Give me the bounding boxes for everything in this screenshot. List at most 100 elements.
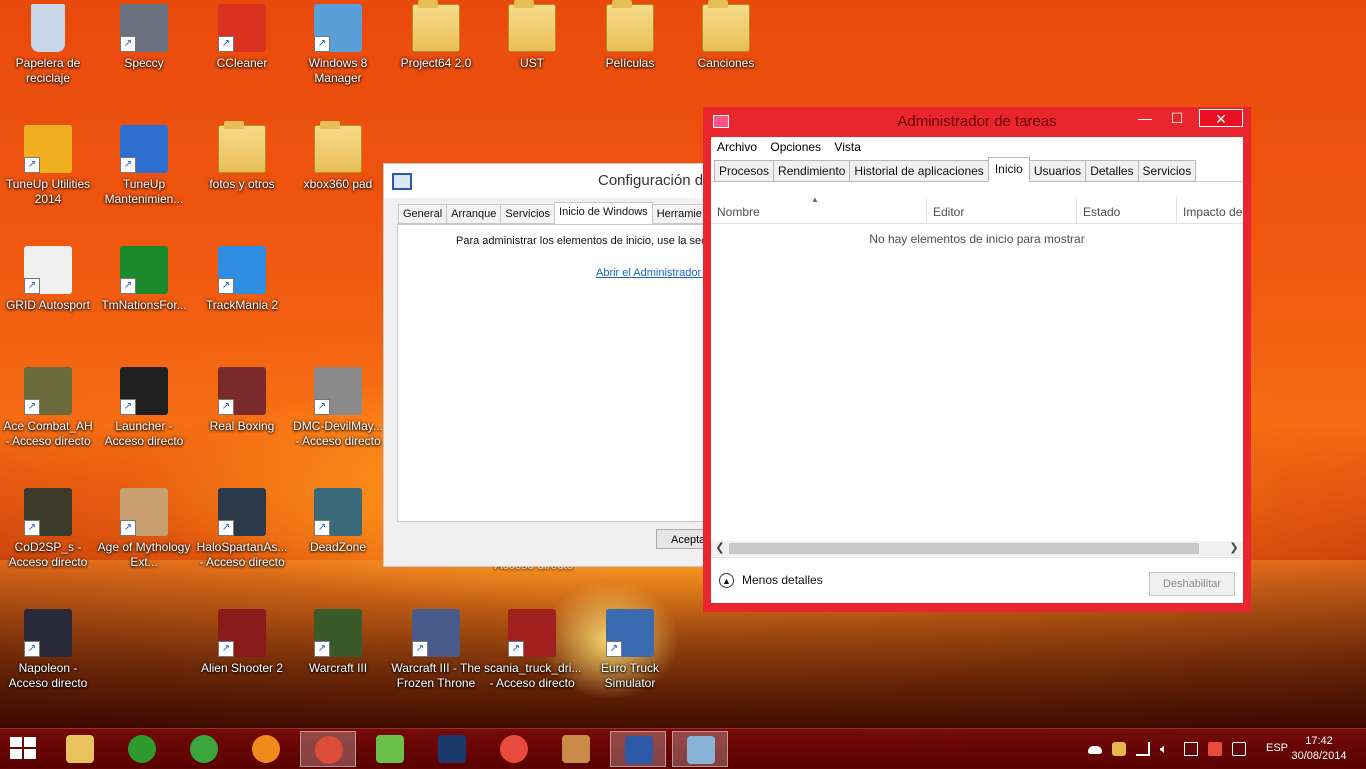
network-sharing-icon[interactable] xyxy=(1112,742,1126,756)
tab-procesos[interactable]: Procesos xyxy=(714,160,775,182)
ccleaner-icon: ↗ xyxy=(218,4,266,52)
desktop-icon-ets[interactable]: ↗ Euro Truck Simulator xyxy=(582,609,678,691)
desktop-icon-wc3ft[interactable]: ↗ Warcraft III - The Frozen Throne xyxy=(388,609,484,691)
shortcut-arrow-icon: ↗ xyxy=(24,278,40,294)
desktop-icon-w8m[interactable]: ↗ Windows 8 Manager xyxy=(290,4,386,86)
tab-rendimiento[interactable]: Rendimiento xyxy=(773,160,851,182)
tab-usuarios[interactable]: Usuarios xyxy=(1028,160,1087,182)
desktop-icon-ace[interactable]: ↗ Ace Combat_AH - Acceso directo xyxy=(0,367,96,449)
column-editor[interactable]: Editor xyxy=(927,197,1077,223)
napoleon-icon: ↗ xyxy=(24,609,72,657)
desktop-icon-label: Speccy xyxy=(124,56,164,70)
taskbar-app-explorer[interactable] xyxy=(52,731,108,767)
scroll-left-icon[interactable]: ❮ xyxy=(713,541,727,556)
system-configuration-window[interactable]: Configuración d General Arranque Servicios… xyxy=(383,163,716,567)
tab-detalles[interactable]: Detalles xyxy=(1085,160,1139,182)
desktop-icon-tm2[interactable]: ↗ TrackMania 2 xyxy=(194,246,290,313)
tab-inicio-de-windows[interactable]: Inicio de Windows xyxy=(554,202,653,224)
tab-general[interactable]: General xyxy=(398,204,448,224)
desktop-icon-fotos[interactable]: fotos y otros xyxy=(194,121,290,192)
msconfig-titlebar[interactable]: Configuración d xyxy=(384,164,714,198)
desktop-icon-tuneup[interactable]: ↗ TuneUp Utilities 2014 xyxy=(0,125,96,207)
windows-start-icon[interactable] xyxy=(10,737,38,761)
task-manager-titlebar[interactable]: Administrador de tareas — ☐ ✕ xyxy=(711,107,1243,137)
tab-herramientas[interactable]: Herramie xyxy=(651,204,707,224)
desktop-icon-wc3[interactable]: ↗ Warcraft III xyxy=(290,609,386,676)
menu-vista[interactable]: Vista xyxy=(834,140,860,154)
horizontal-scrollbar[interactable]: ❮ ❯ xyxy=(711,541,1243,556)
tab-inicio[interactable]: Inicio xyxy=(987,157,1030,182)
shortcut-arrow-icon: ↗ xyxy=(218,520,234,536)
shortcut-arrow-icon: ↗ xyxy=(24,399,40,415)
taskbar-app-shutdown[interactable] xyxy=(486,731,542,767)
desktop-icon-alien[interactable]: ↗ Alien Shooter 2 xyxy=(194,609,290,676)
desktop-icon-recycle[interactable]: Papelera de reciclaje xyxy=(0,4,96,86)
desktop-icon-grid[interactable]: ↗ GRID Autosport xyxy=(0,246,96,313)
folder-icon xyxy=(218,121,266,173)
desktop-icon-halo[interactable]: ↗ HaloSpartanAs... - Acceso directo xyxy=(194,488,290,570)
taskbar-app-xbox[interactable] xyxy=(176,731,232,767)
desktop-icon-launcher[interactable]: ↗ Launcher - Acceso directo xyxy=(96,367,192,449)
desktop-icon-peliculas[interactable]: Películas xyxy=(582,0,678,71)
signal-icon[interactable] xyxy=(1136,742,1150,756)
clock[interactable]: 17:42 30/08/2014 xyxy=(1284,734,1354,764)
scrollbar-thumb[interactable] xyxy=(729,543,1199,554)
desktop-icon-scania[interactable]: ↗ scania_truck_dri... - Acceso directo xyxy=(484,609,581,691)
tab-servicios[interactable]: Servicios xyxy=(1137,160,1197,182)
tab-historial[interactable]: Historial de aplicaciones xyxy=(849,160,989,182)
media-player-icon xyxy=(252,735,280,763)
speccy-icon: ↗ xyxy=(120,4,168,52)
desktop-icon-speccy[interactable]: ↗ Speccy xyxy=(96,4,192,71)
msconfig-title: Configuración d xyxy=(598,172,704,189)
taskbar-app-paint[interactable] xyxy=(548,731,604,767)
column-estado[interactable]: Estado xyxy=(1077,197,1177,223)
desktop-icon-label: UST xyxy=(520,56,544,70)
scroll-right-icon[interactable]: ❯ xyxy=(1227,541,1241,556)
desktop-icon-aom[interactable]: ↗ Age of Mythology Ext... xyxy=(96,488,192,570)
volume-icon[interactable]: 🔈︎ xyxy=(1160,742,1174,756)
desktop-icon-tuneupm[interactable]: ↗ TuneUp Mantenimien... xyxy=(96,125,192,207)
taskbar-app-msconfig[interactable] xyxy=(610,731,666,767)
folder-icon xyxy=(508,0,556,52)
action-center-icon[interactable] xyxy=(1184,742,1198,756)
taskbar-app-chrome[interactable] xyxy=(300,731,356,767)
desktop-icon-rboxing[interactable]: ↗ Real Boxing xyxy=(194,367,290,434)
desktop-icon-ccleaner[interactable]: ↗ CCleaner xyxy=(194,4,290,71)
taskbar-app-ps[interactable] xyxy=(424,731,480,767)
menu-archivo[interactable]: Archivo xyxy=(717,140,757,154)
disable-button[interactable]: Deshabilitar xyxy=(1149,572,1235,596)
grid-autosport-icon: ↗ xyxy=(24,246,72,294)
task-manager-window[interactable]: Administrador de tareas — ☐ ✕ Archivo Op… xyxy=(703,107,1251,612)
msconfig-tabs: General Arranque Servicios Inicio de Window… xyxy=(398,202,707,226)
column-impacto[interactable]: Impacto de xyxy=(1177,197,1243,223)
column-nombre[interactable]: Nombre xyxy=(711,197,927,223)
tab-servicios[interactable]: Servicios xyxy=(500,204,556,224)
razer-game-booster-icon xyxy=(128,735,156,763)
desktop-icon-canciones[interactable]: Canciones xyxy=(678,0,774,71)
desktop-icon-napoleon[interactable]: ↗ Napoleon - Acceso directo xyxy=(0,609,96,691)
cloud-icon[interactable] xyxy=(1088,746,1102,754)
minimize-button[interactable]: — xyxy=(1131,109,1159,127)
taskbar-app-taskmgr[interactable] xyxy=(672,731,728,767)
flag-icon[interactable] xyxy=(1208,742,1222,756)
monitor-icon[interactable] xyxy=(1232,742,1246,756)
close-button[interactable]: ✕ xyxy=(1199,109,1243,127)
maximize-button[interactable]: ☐ xyxy=(1163,109,1191,127)
taskbar-app-tool[interactable] xyxy=(362,731,418,767)
taskbar-app-razer[interactable] xyxy=(114,731,170,767)
desktop-icon-dmc[interactable]: ↗ DMC-DevilMay... - Acceso directo xyxy=(290,367,386,449)
taskbar-app-player[interactable] xyxy=(238,731,294,767)
shortcut-arrow-icon: ↗ xyxy=(120,278,136,294)
desktop-icon-cod[interactable]: ↗ CoD2SP_s - Acceso directo xyxy=(0,488,96,570)
clock-date: 30/08/2014 xyxy=(1291,750,1347,762)
desktop-icon-p64[interactable]: Project64 2.0 xyxy=(388,0,484,71)
desktop-icon-tmn[interactable]: ↗ TmNationsFor... xyxy=(96,246,192,313)
desktop-icon-deadzone[interactable]: ↗ DeadZone xyxy=(290,488,386,555)
desktop-icon-xbox[interactable]: xbox360 pad xyxy=(290,121,386,192)
desktop-icon-label: HaloSpartanAs... - Acceso directo xyxy=(196,540,288,569)
desktop-icon-ust[interactable]: UST xyxy=(484,0,580,71)
menu-opciones[interactable]: Opciones xyxy=(770,140,821,154)
less-details-button[interactable]: ▲ Menos detalles xyxy=(719,573,823,589)
tab-arranque[interactable]: Arranque xyxy=(446,204,502,224)
open-task-manager-link[interactable]: Abrir el Administrador d xyxy=(596,267,710,279)
